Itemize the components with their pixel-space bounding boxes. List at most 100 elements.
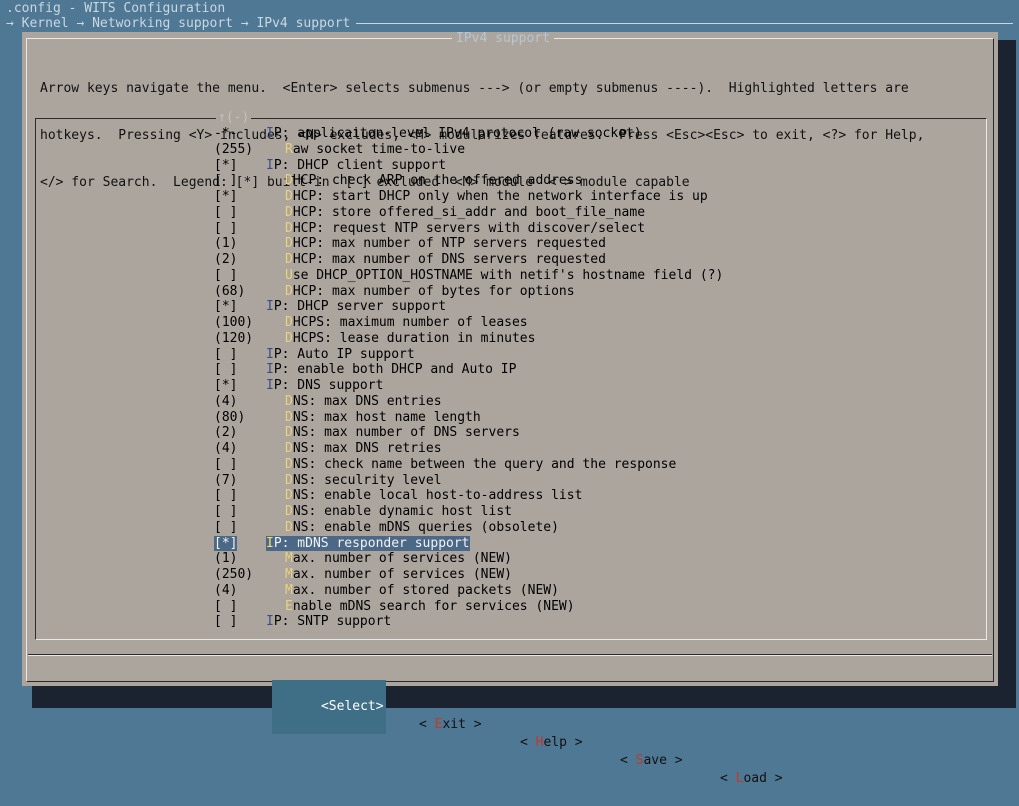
menu-item[interactable]: (2) DHCP: max number of DNS servers reque… [22, 252, 992, 268]
menu-item-state[interactable]: (2) [214, 252, 237, 268]
menu-item[interactable]: [ ] DNS: check name between the query and… [22, 457, 992, 473]
save-button[interactable]: < Save > [573, 734, 683, 788]
help-button[interactable]: < Help > [473, 716, 583, 770]
menu-item-state[interactable]: (120) [214, 331, 253, 347]
menu-item-label: Use DHCP_OPTION_HOSTNAME with netif's ho… [285, 268, 723, 284]
menu-item[interactable]: [ ] DHCP: store offered_si_addr and boot_… [22, 205, 992, 221]
menu-item-label: DHCP: max number of DNS servers requeste… [285, 252, 606, 268]
menu-item-state[interactable]: [ ] [214, 362, 237, 378]
menu-item-state[interactable]: [ ] [214, 268, 237, 284]
menu-item[interactable]: (250) Max. number of services (NEW) [22, 567, 992, 583]
menu-item-hotkey: D [285, 472, 293, 488]
menu-item-state[interactable]: [*] [214, 158, 237, 174]
menu-item-state[interactable]: (255) [214, 142, 253, 158]
menu-item[interactable]: (2) DNS: max number of DNS servers [22, 425, 992, 441]
menu-item-state[interactable]: [ ] [214, 520, 237, 536]
menu-item-state[interactable]: [ ] [214, 221, 237, 237]
menu-item-state[interactable]: (80) [214, 410, 245, 426]
menu-item-state[interactable]: (100) [214, 315, 253, 331]
menu-item[interactable]: (4) DNS: max DNS entries [22, 394, 992, 410]
menu-item[interactable]: [ ] Use DHCP_OPTION_HOSTNAME with netif's… [22, 268, 992, 284]
menu-item-hotkey: M [285, 551, 293, 567]
menu-item[interactable]: [*] IP: DNS support [22, 378, 992, 394]
window-title: .config - WITS Configuration [6, 1, 226, 16]
menu-item-state[interactable]: (1) [214, 551, 237, 567]
menu-item-state[interactable]: [ ] [214, 614, 237, 630]
menu-item[interactable]: (255) Raw socket time-to-live [22, 142, 992, 158]
breadcrumb-rule [356, 23, 1013, 24]
menu-item-state[interactable]: [*] [214, 189, 237, 205]
menu-item-hotkey: D [285, 173, 293, 189]
menu-item-state[interactable]: [ ] [214, 488, 237, 504]
menu-item[interactable]: (7) DNS: seculrity level [22, 473, 992, 489]
menu-item-hotkey: D [285, 220, 293, 236]
menu-item-state[interactable]: (2) [214, 425, 237, 441]
menu-item[interactable]: (4) Max. number of stored packets (NEW) [22, 583, 992, 599]
menu-item-state[interactable]: [ ] [214, 347, 237, 363]
menu-item[interactable]: [ ] DHCP: check ARP on the offered addres… [22, 173, 992, 189]
menu-item[interactable]: [*] IP: DHCP server support [22, 299, 992, 315]
menu-item[interactable]: [ ] DNS: enable mDNS queries (obsolete) [22, 520, 992, 536]
load-button[interactable]: < Load > [673, 752, 783, 806]
menu-item-state[interactable]: (7) [214, 473, 237, 489]
menu-item[interactable]: [ ] Enable mDNS search for services (NEW) [22, 599, 992, 615]
menu-item-label: Enable mDNS search for services (NEW) [285, 599, 575, 615]
exit-button[interactable]: < Exit > [372, 698, 482, 752]
menu-item[interactable]: (100) DHCPS: maximum number of leases [22, 315, 992, 331]
menu-item-label: DNS: max DNS entries [285, 394, 442, 410]
select-button[interactable]: <Select> [272, 680, 386, 734]
menu-item-hotkey: M [285, 582, 293, 598]
menu-item[interactable]: (1) Max. number of services (NEW) [22, 551, 992, 567]
menu-item[interactable]: [ ] DNS: enable dynamic host list [22, 504, 992, 520]
menu-item-label: Raw socket time-to-live [285, 142, 465, 158]
menu-item[interactable]: [*] DHCP: start DHCP only when the networ… [22, 189, 992, 205]
menu-item-hotkey: D [285, 425, 293, 441]
menu-item-label: Max. number of services (NEW) [285, 567, 512, 583]
menu-item-text: NS: enable mDNS queries (obsolete) [292, 519, 559, 535]
menu-item-text: aw socket time-to-live [292, 141, 466, 157]
scroll-up-indicator[interactable]: ↑(-) [216, 111, 252, 125]
menu-item-state[interactable]: (68) [214, 284, 245, 300]
menu-item[interactable]: [*] IP: mDNS responder support [22, 535, 992, 552]
menu-item-state[interactable]: [*] [214, 378, 237, 394]
menu-item[interactable]: (120) DHCPS: lease duration in minutes [22, 331, 992, 347]
menu-item-label: DNS: max number of DNS servers [285, 425, 520, 441]
menu-item[interactable]: -*- IP: applicaiton-level IPv4 protocol (… [22, 126, 992, 142]
menu-item-state[interactable]: [*] [214, 299, 237, 315]
menu-item-hotkey: I [266, 346, 274, 362]
menu-item-state[interactable]: (250) [214, 567, 253, 583]
menu-item-state[interactable]: [ ] [214, 205, 237, 221]
menu-item[interactable]: [ ] IP: enable both DHCP and Auto IP [22, 362, 992, 378]
menu-item-hotkey: D [285, 456, 293, 472]
menu-item-hotkey: D [285, 504, 293, 519]
menu-item-text: NS: check name between the query and the… [292, 456, 677, 472]
menu-item-state[interactable]: (1) [214, 236, 237, 252]
menu-item-state[interactable]: (4) [214, 394, 237, 410]
menu-item[interactable]: (68) DHCP: max number of bytes for option… [22, 284, 992, 300]
button-divider-highlight [28, 655, 992, 656]
menu-item-state[interactable]: [ ] [214, 173, 237, 189]
menu-item-hotkey: M [285, 567, 293, 582]
menu-item-hotkey: D [285, 252, 293, 267]
menu-item-state[interactable]: [ ] [214, 504, 237, 520]
menu-item-label: IP: SNTP support [266, 614, 391, 630]
menu-item-state[interactable]: [*] [214, 535, 238, 552]
menu-item[interactable]: (1) DHCP: max number of NTP servers reque… [22, 236, 992, 252]
menu-item-state[interactable]: (4) [214, 441, 237, 457]
menu-item[interactable]: [ ] IP: SNTP support [22, 614, 992, 630]
menu-item[interactable]: (4) DNS: max DNS retries [22, 441, 992, 457]
menu-item-hotkey: D [285, 204, 293, 220]
menu-item-state[interactable]: (4) [214, 583, 237, 599]
menu-item[interactable]: (80) DNS: max host name length [22, 410, 992, 426]
menu-item-label: IP: mDNS responder support [266, 535, 470, 552]
menu-item-state[interactable]: [ ] [214, 599, 237, 615]
menu-item[interactable]: [ ] DNS: enable local host-to-address lis… [22, 488, 992, 504]
menu-item-hotkey: D [285, 393, 293, 409]
menu-item-text: HCP: max number of DNS servers requested [292, 252, 606, 267]
menu-item[interactable]: [ ] DHCP: request NTP servers with discov… [22, 221, 992, 237]
menu-item-hotkey: D [285, 441, 293, 456]
menu-item-state[interactable]: -*- [214, 126, 237, 142]
menu-item-state[interactable]: [ ] [214, 457, 237, 473]
menu-item[interactable]: [*] IP: DHCP client support [22, 158, 992, 174]
menu-item[interactable]: [ ] IP: Auto IP support [22, 347, 992, 363]
